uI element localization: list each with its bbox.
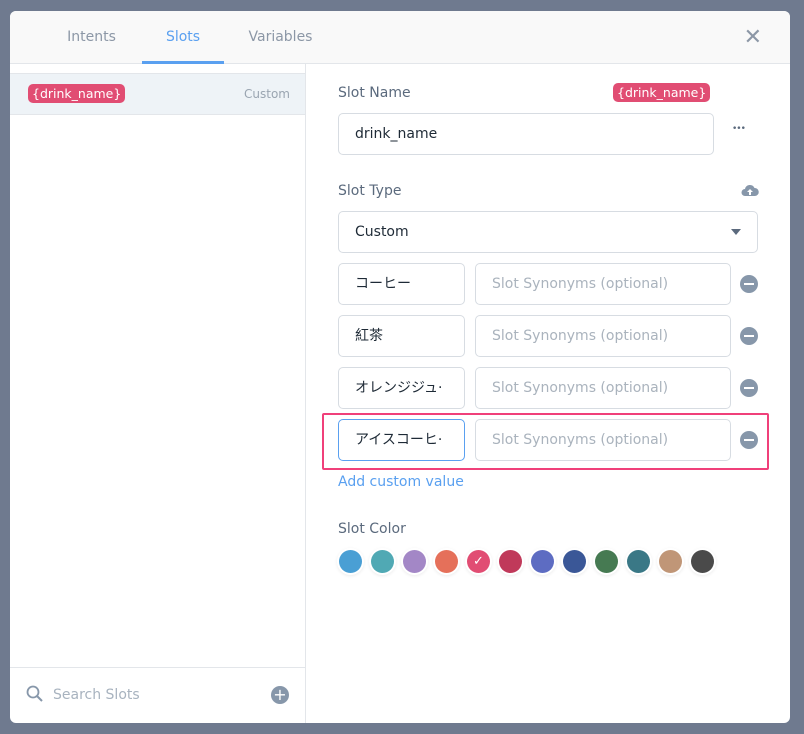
slot-synonyms-input[interactable]: Slot Synonyms (optional) <box>475 315 731 357</box>
add-custom-value-link[interactable]: Add custom value <box>338 474 464 490</box>
search-bar: Search Slots + <box>10 667 305 723</box>
color-swatch[interactable] <box>531 550 554 573</box>
color-swatch[interactable] <box>499 550 522 573</box>
color-swatch[interactable] <box>691 550 714 573</box>
check-icon: ✓ <box>473 554 484 569</box>
color-swatch[interactable] <box>627 550 650 573</box>
slot-type: Custom <box>244 87 290 101</box>
remove-value-icon[interactable] <box>740 379 758 397</box>
add-slot-icon[interactable]: + <box>271 686 289 704</box>
slot-list-item[interactable]: {drink_name} Custom <box>10 73 305 115</box>
upload-cloud-icon[interactable] <box>741 184 759 198</box>
modal-header: Intents Slots Variables ✕ <box>10 11 790 64</box>
slot-color-label: Slot Color <box>338 521 406 537</box>
close-icon[interactable]: ✕ <box>744 25 762 50</box>
remove-value-icon[interactable] <box>740 327 758 345</box>
more-options-icon[interactable]: ••• <box>732 124 746 134</box>
remove-value-icon[interactable] <box>740 275 758 293</box>
slot-value-input[interactable]: 紅茶 <box>338 315 465 357</box>
slot-chip: {drink_name} <box>613 83 711 102</box>
color-swatch[interactable] <box>595 550 618 573</box>
slot-chip: {drink_name} <box>28 84 126 103</box>
slot-name-input[interactable]: drink_name <box>338 113 714 155</box>
slot-value-input[interactable]: コーヒー <box>338 263 465 305</box>
slot-value-input[interactable]: オレンジジュ· <box>338 367 465 409</box>
color-swatch[interactable] <box>563 550 586 573</box>
slot-name-label: Slot Name <box>338 85 411 101</box>
color-swatch[interactable] <box>435 550 458 573</box>
color-swatch[interactable]: ✓ <box>467 550 490 573</box>
slot-synonyms-input[interactable]: Slot Synonyms (optional) <box>475 367 731 409</box>
tab-intents[interactable]: Intents <box>54 11 129 64</box>
color-swatch[interactable] <box>659 550 682 573</box>
color-swatch[interactable] <box>403 550 426 573</box>
slot-type-select[interactable]: Custom <box>338 211 758 253</box>
color-swatch[interactable] <box>339 550 362 573</box>
color-swatch[interactable] <box>371 550 394 573</box>
tab-slots[interactable]: Slots <box>142 11 224 64</box>
search-input[interactable]: Search Slots <box>53 687 140 703</box>
highlight-box <box>322 413 769 470</box>
tab-variables[interactable]: Variables <box>238 11 323 64</box>
slot-synonyms-input[interactable]: Slot Synonyms (optional) <box>475 263 731 305</box>
slots-sidebar: {drink_name} Custom Search Slots + <box>10 64 306 723</box>
chevron-down-icon <box>731 229 741 235</box>
slot-type-label: Slot Type <box>338 183 402 199</box>
slots-modal: Intents Slots Variables ✕ {drink_name} C… <box>10 11 790 723</box>
search-icon <box>26 685 43 702</box>
